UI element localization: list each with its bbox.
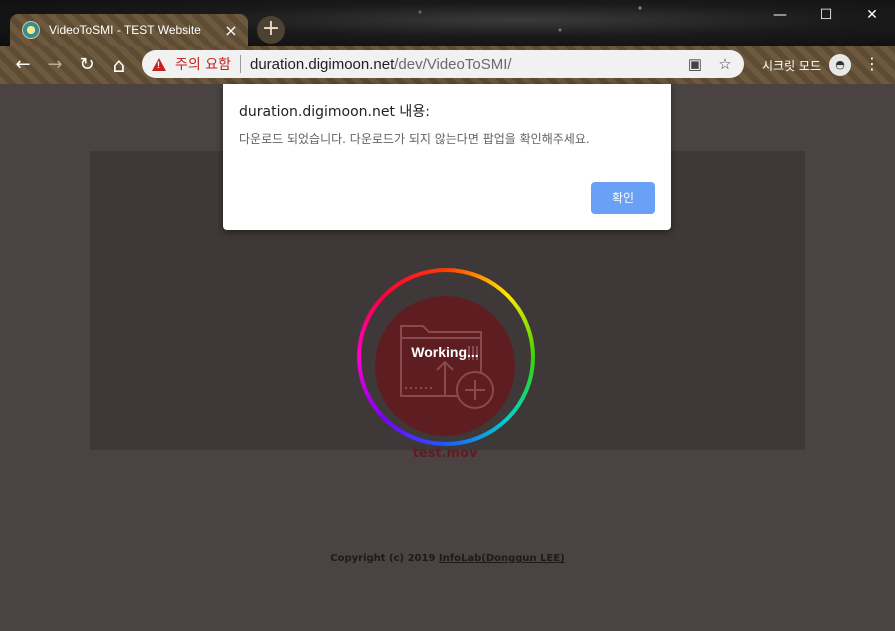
- close-window-icon[interactable]: ✕: [849, 0, 895, 30]
- upload-circle[interactable]: [375, 296, 515, 436]
- working-status: Working...: [411, 344, 479, 360]
- warning-icon[interactable]: !: [152, 57, 166, 71]
- incognito-icon[interactable]: ◓: [829, 54, 851, 76]
- url-path[interactable]: /dev/VideoToSMI/: [394, 56, 511, 73]
- dialog-title: duration.digimoon.net 내용:: [239, 104, 430, 120]
- reload-icon[interactable]: ↻: [73, 51, 101, 79]
- tab-close-icon[interactable]: ×: [220, 21, 242, 40]
- author-link[interactable]: InfoLab(Donggun LEE): [439, 553, 565, 564]
- tab-title: VideoToSMI - TEST Website: [49, 23, 201, 37]
- browser-tab[interactable]: VideoToSMI - TEST Website ×: [10, 14, 248, 46]
- copyright-text: Copyright (c) 2019: [330, 553, 439, 564]
- dialog-ok-button[interactable]: 확인: [591, 182, 655, 214]
- bookmark-star-icon[interactable]: ☆: [714, 55, 736, 73]
- security-warning-label[interactable]: 주의 요함: [175, 54, 231, 74]
- incognito-label: 시크릿 모드: [762, 59, 822, 73]
- back-arrow-icon[interactable]: ←: [9, 51, 37, 79]
- new-tab-button[interactable]: +: [257, 16, 285, 44]
- address-bar[interactable]: ! 주의 요함 duration.digimoon.net/dev/VideoT…: [142, 50, 744, 78]
- menu-dots-icon[interactable]: ⋮: [864, 54, 880, 74]
- page-footer: Copyright (c) 2019 InfoLab(Donggun LEE): [0, 553, 895, 564]
- forward-arrow-icon[interactable]: →: [41, 51, 69, 79]
- popup-blocked-icon[interactable]: ▣: [684, 55, 706, 73]
- browser-titlebar: VideoToSMI - TEST Website × + — ☐ ✕: [0, 0, 895, 46]
- maximize-icon[interactable]: ☐: [803, 0, 849, 30]
- folder-upload-icon: [400, 325, 494, 409]
- omnibox-divider: [239, 55, 241, 73]
- browser-toolbar: ← → ↻ ⌂ ! 주의 요함 duration.digimoon.net/de…: [0, 46, 895, 84]
- dialog-message: 다운로드 되었습니다. 다운로드가 되지 않는다면 팝업을 확인해주세요.: [239, 132, 590, 146]
- url-host[interactable]: duration.digimoon.net: [250, 56, 394, 73]
- alert-dialog: duration.digimoon.net 내용: 다운로드 되었습니다. 다운…: [223, 84, 671, 230]
- file-name-label: test.mov: [412, 446, 478, 461]
- site-favicon-icon: [22, 21, 40, 39]
- minimize-icon[interactable]: —: [757, 0, 803, 30]
- home-icon[interactable]: ⌂: [105, 51, 133, 79]
